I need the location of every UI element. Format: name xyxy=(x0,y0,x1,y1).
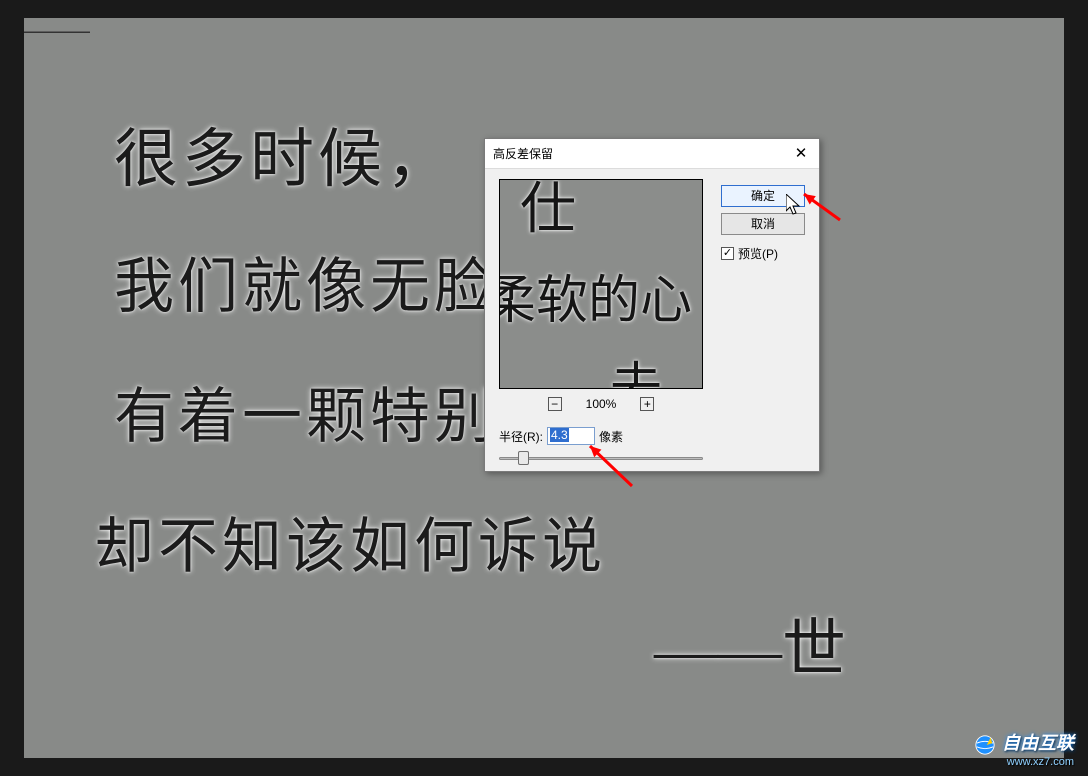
high-pass-dialog: 高反差保留 ✕ 仕 柔软的心 去 − 100% + 半径(R): 4.3 像素 … xyxy=(484,138,820,472)
slider-thumb[interactable] xyxy=(518,451,529,465)
preview-checkbox-label: 预览(P) xyxy=(738,245,778,262)
handwriting-line: 却不知该如何诉说 xyxy=(94,498,606,585)
cancel-button[interactable]: 取消 xyxy=(721,213,805,235)
handwriting-line: 很多时候， xyxy=(114,108,454,200)
ok-button[interactable]: 确定 xyxy=(721,185,805,207)
zoom-level-label: 100% xyxy=(586,397,617,411)
preview-checkbox[interactable]: ✓ xyxy=(721,247,734,260)
close-icon[interactable]: ✕ xyxy=(783,139,819,169)
handwriting-signature: ——世 xyxy=(654,598,846,690)
watermark-text: 自由互联 xyxy=(1002,733,1074,753)
preview-stroke: 仕 xyxy=(520,179,576,245)
radius-label: 半径(R): xyxy=(499,428,543,445)
slider-track-line xyxy=(499,457,703,460)
zoom-controls: − 100% + xyxy=(499,395,703,413)
handwriting-line: 我们就像无脸 xyxy=(114,238,498,325)
filter-preview[interactable]: 仕 柔软的心 去 xyxy=(499,179,703,389)
dialog-title-text: 高反差保留 xyxy=(493,147,553,161)
preview-stroke: 柔软的心 xyxy=(499,258,692,333)
radius-row: 半径(R): 4.3 像素 xyxy=(499,427,623,445)
watermark: 自由互联 www.xz7.com xyxy=(974,729,1074,768)
preview-checkbox-row: ✓ 预览(P) xyxy=(721,245,805,262)
zoom-out-button[interactable]: − xyxy=(548,397,562,411)
top-artifact: ——— xyxy=(24,18,90,43)
dialog-titlebar[interactable]: 高反差保留 ✕ xyxy=(485,139,819,169)
watermark-globe-icon xyxy=(974,734,996,756)
preview-stroke: 去 xyxy=(610,345,662,389)
zoom-in-button[interactable]: + xyxy=(640,397,654,411)
radius-input[interactable]: 4.3 xyxy=(547,427,595,445)
radius-slider[interactable] xyxy=(499,451,703,465)
radius-unit-label: 像素 xyxy=(599,428,623,445)
watermark-url: www.xz7.com xyxy=(974,756,1074,768)
